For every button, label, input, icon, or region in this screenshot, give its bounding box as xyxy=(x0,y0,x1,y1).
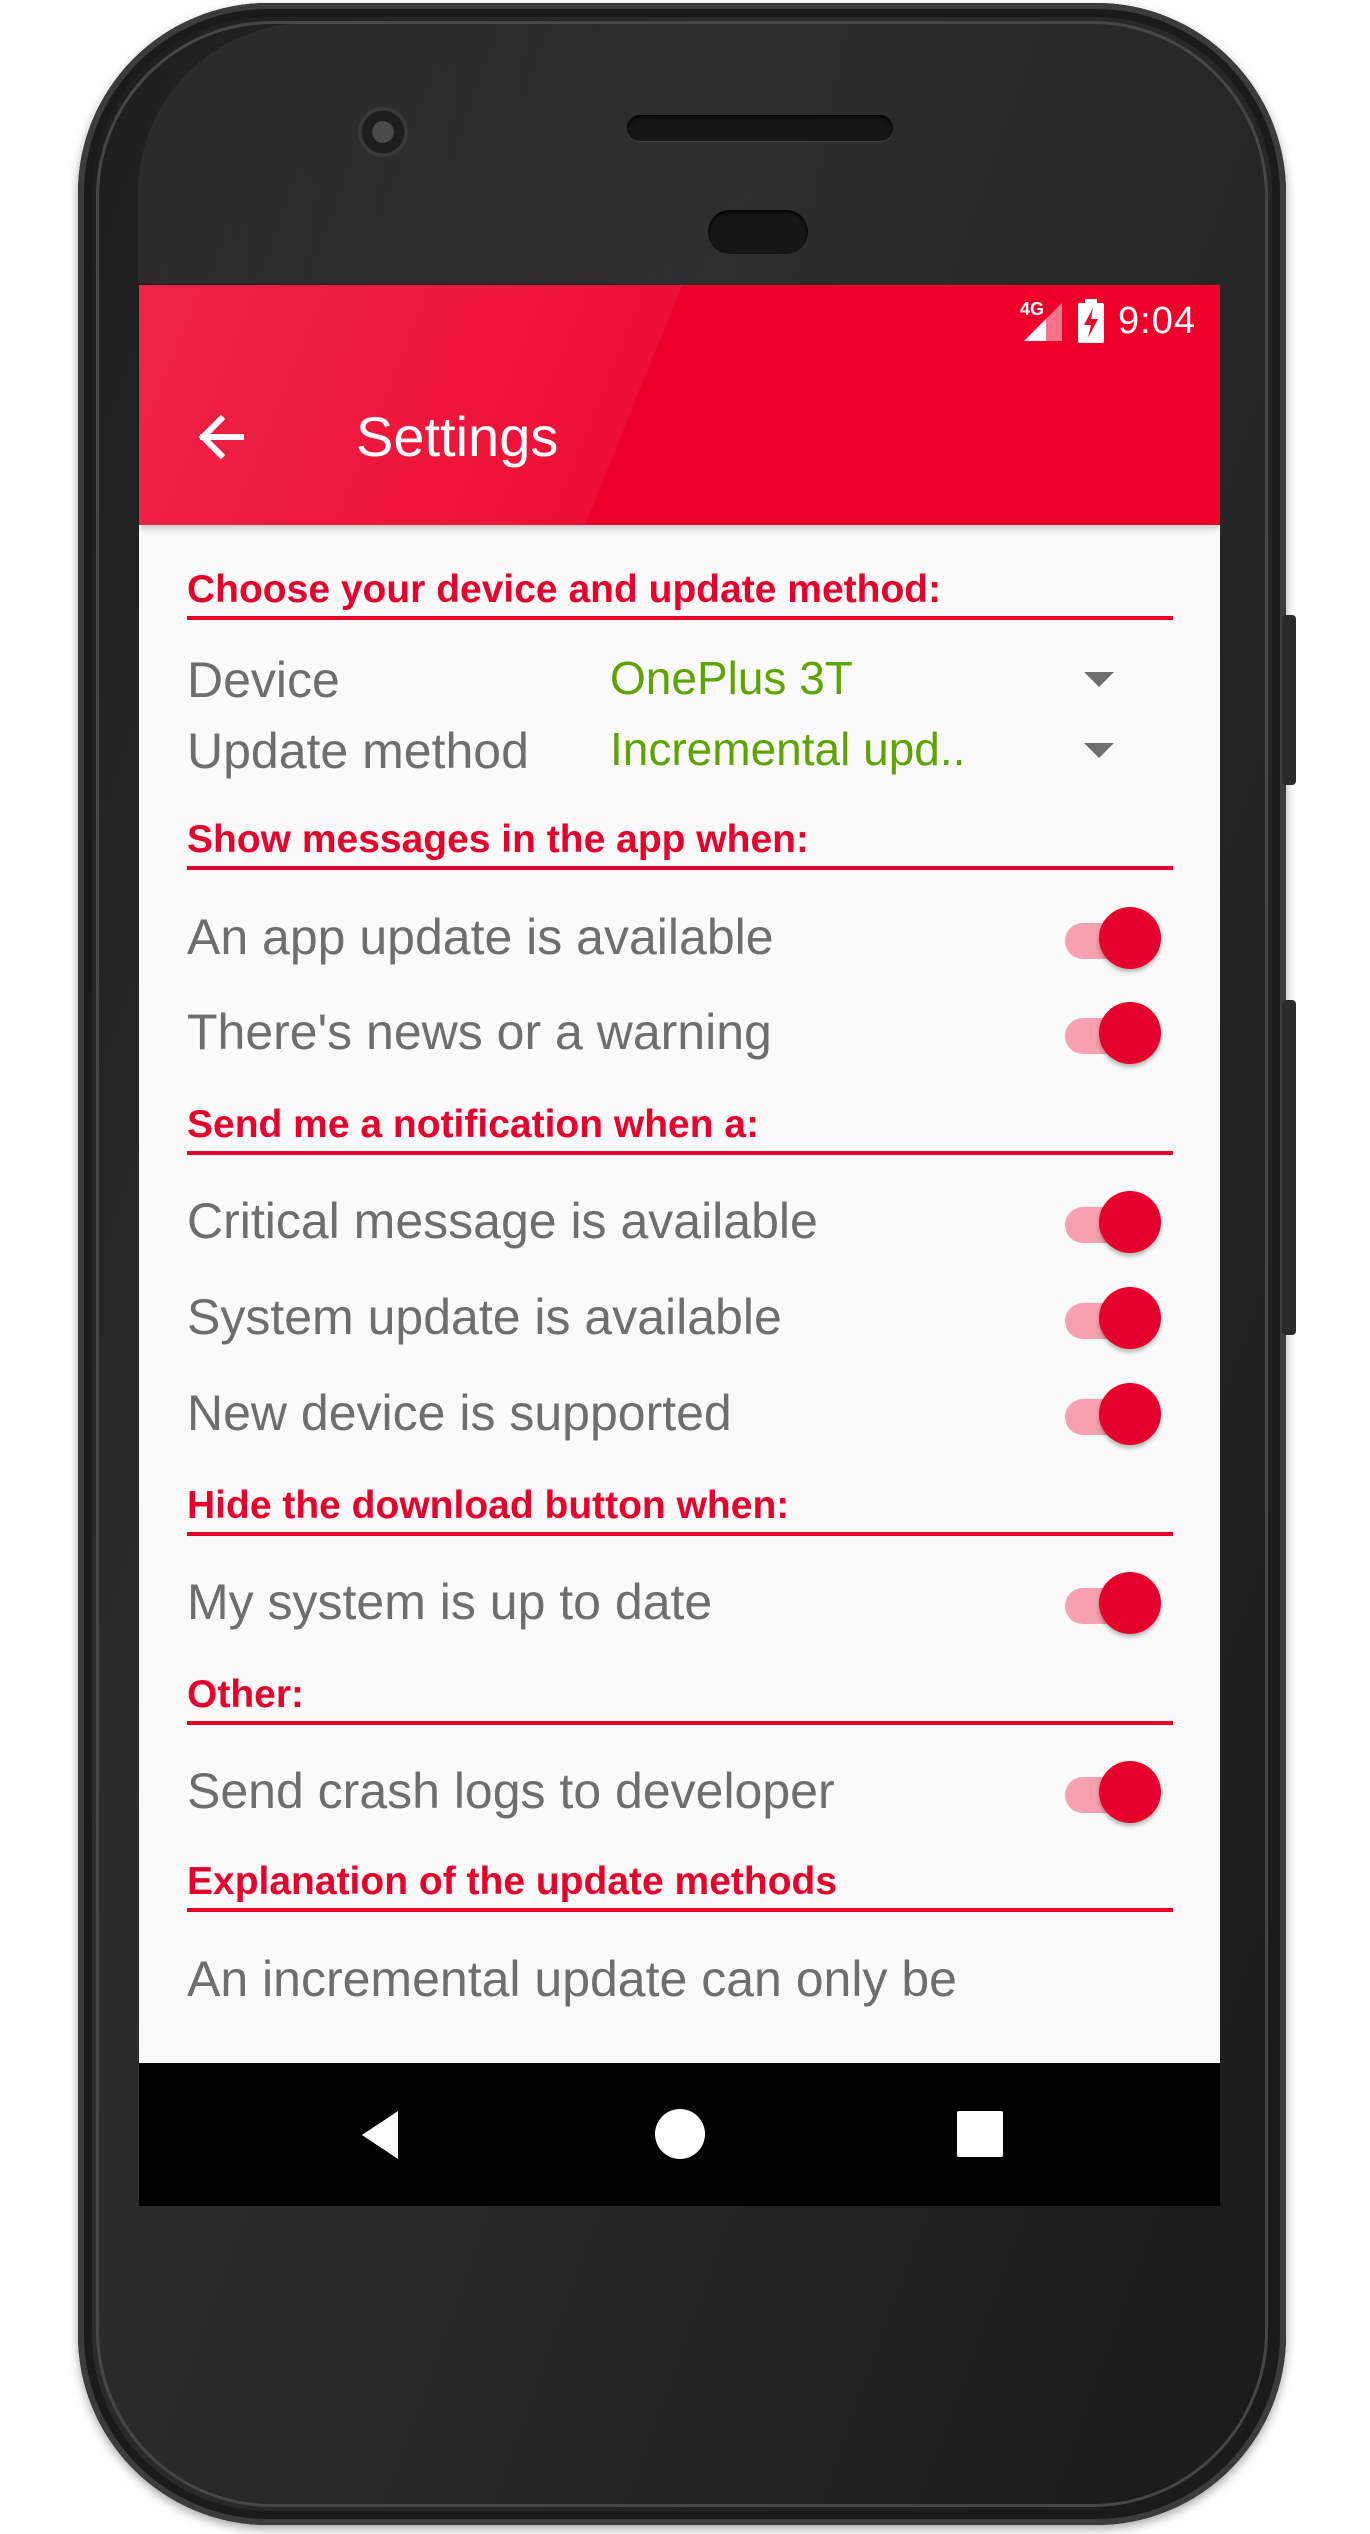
setting-label: Send crash logs to developer xyxy=(187,1763,835,1819)
app-bar: 4G 9:04 Settings xyxy=(139,285,1220,525)
proximity-sensor xyxy=(708,210,808,254)
section-header-messages: Show messages in the app when: xyxy=(187,820,1173,870)
status-bar: 4G 9:04 xyxy=(1020,297,1196,345)
section-header-explanation: Explanation of the update methods xyxy=(187,1862,1173,1912)
page-title: Settings xyxy=(356,405,559,468)
toggle-crash-logs[interactable] xyxy=(1065,1759,1165,1825)
setting-label: Critical message is available xyxy=(187,1193,818,1249)
section-header-device: Choose your device and update method: xyxy=(187,570,1173,620)
toggle-hide-download[interactable] xyxy=(1065,1570,1165,1636)
signal-icon: 4G xyxy=(1020,299,1064,343)
battery-charging-icon xyxy=(1076,299,1106,343)
setting-label: New device is supported xyxy=(187,1385,732,1441)
toggle-news-warning[interactable] xyxy=(1065,1000,1165,1066)
earpiece-speaker xyxy=(627,115,893,141)
network-type: 4G xyxy=(1020,299,1045,319)
status-time: 9:04 xyxy=(1118,299,1196,342)
system-nav-bar xyxy=(139,2063,1220,2206)
section-header-download: Hide the download button when: xyxy=(187,1486,1173,1536)
device-dropdown-value[interactable]: OnePlus 3T xyxy=(610,648,853,708)
device-label: Device xyxy=(187,652,340,708)
phone-screen: 4G 9:04 Settings Choose your device and … xyxy=(139,285,1220,2206)
explanation-text: An incremental update can only be xyxy=(187,1951,957,2007)
setting-label: An app update is available xyxy=(187,909,774,965)
update-method-dropdown-value[interactable]: Incremental upd.. xyxy=(610,719,965,779)
home-circle-icon[interactable] xyxy=(655,2109,705,2159)
back-triangle-icon[interactable] xyxy=(354,2107,410,2163)
setting-label: System update is available xyxy=(187,1289,782,1345)
power-button xyxy=(1282,615,1296,785)
volume-button xyxy=(1282,1000,1296,1335)
toggle-new-device[interactable] xyxy=(1065,1381,1165,1447)
toggle-critical-message[interactable] xyxy=(1065,1189,1165,1255)
setting-label: My system is up to date xyxy=(187,1574,713,1630)
device-dropdown-arrow-icon[interactable] xyxy=(1084,672,1114,687)
toggle-system-update[interactable] xyxy=(1065,1285,1165,1351)
arrow-back-icon[interactable] xyxy=(191,407,251,467)
setting-label: There's news or a warning xyxy=(187,1004,772,1060)
update-method-label: Update method xyxy=(187,723,529,779)
recents-square-icon[interactable] xyxy=(957,2111,1003,2157)
section-header-notifications: Send me a notification when a: xyxy=(187,1105,1173,1155)
front-camera xyxy=(358,107,408,157)
update-method-dropdown-arrow-icon[interactable] xyxy=(1084,743,1114,758)
section-header-other: Other: xyxy=(187,1675,1173,1725)
toggle-app-update[interactable] xyxy=(1065,905,1165,971)
